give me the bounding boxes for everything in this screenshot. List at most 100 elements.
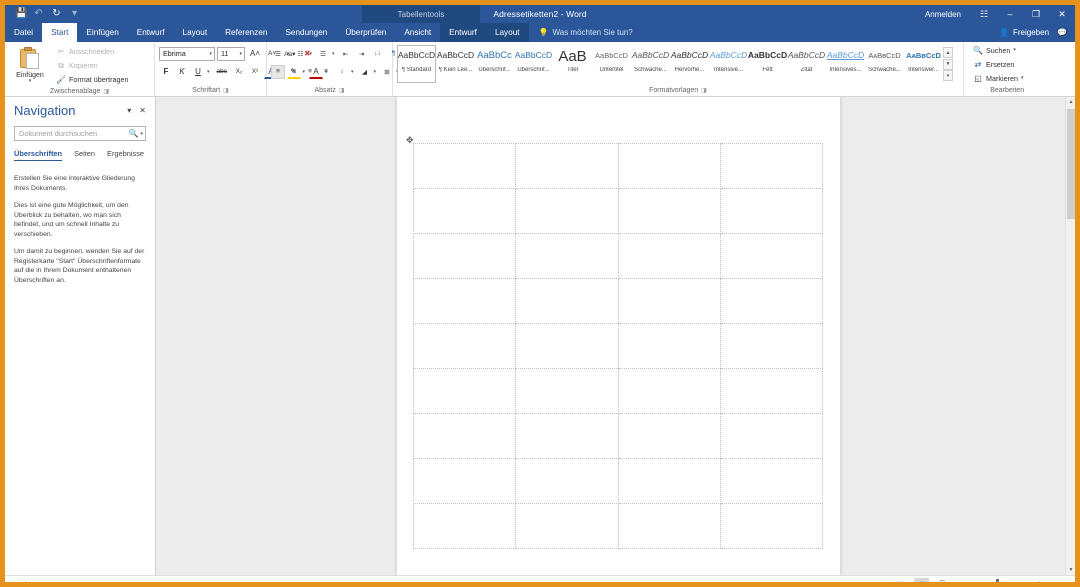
label-cell[interactable] xyxy=(617,323,721,369)
label-cell[interactable] xyxy=(719,503,824,549)
table-row[interactable] xyxy=(412,323,824,369)
tell-me-box[interactable]: 💡 Was möchten Sie tun? xyxy=(529,23,643,42)
style-tile-kein-leerraum[interactable]: AaBbCcD ¶ Kein Lee... xyxy=(436,45,475,83)
label-cell[interactable] xyxy=(617,413,721,459)
chevron-down-icon[interactable]: ▾ xyxy=(138,131,143,137)
label-cell[interactable] xyxy=(515,278,619,324)
read-mode-view-button[interactable]: 📖 xyxy=(893,578,908,583)
search-input[interactable] xyxy=(19,129,129,138)
label-cell[interactable] xyxy=(719,233,824,279)
close-button[interactable]: ✕ xyxy=(1049,5,1075,23)
label-cell[interactable] xyxy=(412,188,517,234)
format-painter-button[interactable]: 🖌 Format übertragen xyxy=(53,73,132,86)
label-cell[interactable] xyxy=(617,503,721,549)
navigation-search-box[interactable]: 🔍 ▾ xyxy=(14,126,146,141)
numbering-button[interactable]: ☷ xyxy=(294,47,308,61)
align-right-button[interactable]: ≡ xyxy=(303,65,317,79)
label-cell[interactable] xyxy=(719,278,824,324)
label-cell[interactable] xyxy=(412,233,517,279)
label-cell[interactable] xyxy=(515,188,619,234)
label-cell[interactable] xyxy=(515,413,619,459)
print-layout-view-button[interactable]: ▤ xyxy=(913,577,929,582)
word-count[interactable]: 0 Wörter xyxy=(75,580,103,583)
font-name-combo[interactable]: Ebrima ▾ xyxy=(159,46,215,61)
label-table[interactable] xyxy=(412,143,824,549)
style-tile-zitat[interactable]: AaBbCcD Zitat xyxy=(787,45,826,83)
ribbon-display-options-icon[interactable]: ☷ xyxy=(971,5,997,23)
tab-ansicht[interactable]: Ansicht xyxy=(395,23,440,42)
nav-tab-ueberschriften[interactable]: Überschriften xyxy=(14,149,63,161)
zoom-thumb[interactable] xyxy=(995,578,999,582)
comments-icon[interactable]: 💬 xyxy=(1057,28,1067,37)
table-row[interactable] xyxy=(412,458,824,504)
chevron-down-icon[interactable]: ▾ xyxy=(308,47,315,61)
label-cell[interactable] xyxy=(617,458,721,504)
label-cell[interactable] xyxy=(412,413,517,459)
tab-sendungen[interactable]: Sendungen xyxy=(276,23,336,42)
cut-button[interactable]: ✂ Ausschneiden xyxy=(53,45,132,58)
tab-ueberpruefen[interactable]: Überprüfen xyxy=(336,23,395,42)
tab-referenzen[interactable]: Referenzen xyxy=(216,23,276,42)
justify-button[interactable]: ≡ xyxy=(319,65,333,79)
table-row[interactable] xyxy=(412,188,824,234)
label-cell[interactable] xyxy=(719,323,824,369)
increase-indent-button[interactable]: ⇥ xyxy=(355,47,369,61)
select-button[interactable]: ◱ Markieren ▾ xyxy=(970,72,1026,85)
label-cell[interactable] xyxy=(412,323,517,369)
label-cell[interactable] xyxy=(515,503,619,549)
table-row[interactable] xyxy=(412,413,824,459)
chevron-down-icon[interactable]: ▾ xyxy=(1021,76,1024,81)
share-button[interactable]: 👤 Freigeben xyxy=(999,28,1049,37)
chevron-down-icon[interactable]: ▾ xyxy=(349,65,356,79)
decrease-indent-button[interactable]: ⇤ xyxy=(339,47,353,61)
label-cell[interactable] xyxy=(412,143,517,189)
label-cell[interactable] xyxy=(617,233,721,279)
chevron-down-icon[interactable]: ▾ xyxy=(372,65,379,79)
label-cell[interactable] xyxy=(515,233,619,279)
font-dialog-launcher-icon[interactable]: ◨ xyxy=(223,87,229,94)
tab-start[interactable]: Start xyxy=(42,23,78,42)
nav-tab-ergebnisse[interactable]: Ergebnisse xyxy=(107,149,144,161)
strikethrough-button[interactable]: abc xyxy=(214,65,230,79)
zoom-slider[interactable]: – + xyxy=(956,578,1042,582)
table-row[interactable] xyxy=(412,278,824,324)
scroll-down-arrow-icon[interactable]: ▼ xyxy=(1066,565,1075,575)
align-center-button[interactable]: ≡ xyxy=(287,65,301,79)
styles-dialog-launcher-icon[interactable]: ◨ xyxy=(701,87,707,94)
vertical-scrollbar[interactable]: ▲ ▼ xyxy=(1065,97,1075,575)
tab-datei[interactable]: Datei xyxy=(5,23,42,42)
copy-button[interactable]: ⧉ Kopieren xyxy=(53,59,132,72)
label-cell[interactable] xyxy=(719,413,824,459)
style-tile-ueberschrift-1[interactable]: AaBbCc Überschrif... xyxy=(475,45,514,83)
label-cell[interactable] xyxy=(617,188,721,234)
chevron-down-icon[interactable]: ▾ xyxy=(1013,48,1016,53)
style-tile-fett[interactable]: AaBbCcD Fett xyxy=(748,45,787,83)
scrollbar-thumb[interactable] xyxy=(1067,109,1075,219)
table-row[interactable] xyxy=(412,233,824,279)
chevron-down-icon[interactable]: ▾ xyxy=(207,51,212,57)
label-cell[interactable] xyxy=(617,143,721,189)
style-tile-schwache-hervorhebung[interactable]: AaBbCcD Schwache... xyxy=(631,45,670,83)
replace-button[interactable]: ⇄ Ersetzen xyxy=(970,58,1026,71)
table-row[interactable] xyxy=(412,143,824,189)
bold-button[interactable]: F xyxy=(159,65,173,79)
zoom-out-button[interactable]: – xyxy=(956,579,961,582)
tab-tabellentools-entwurf[interactable]: Entwurf xyxy=(440,23,486,42)
label-cell[interactable] xyxy=(412,458,517,504)
style-tile-titel[interactable]: AaB Titel xyxy=(553,45,592,83)
table-row[interactable] xyxy=(412,503,824,549)
superscript-button[interactable]: X² xyxy=(248,65,262,79)
document-page[interactable]: ✥ xyxy=(396,97,841,575)
label-cell[interactable] xyxy=(412,278,517,324)
bullets-button[interactable]: ☰ xyxy=(271,47,285,61)
styles-scroll-up-button[interactable]: ▲ xyxy=(943,47,953,58)
chevron-down-icon[interactable]: ▾ xyxy=(285,47,292,61)
minimize-button[interactable]: – xyxy=(997,5,1023,23)
style-tile-ueberschrift-2[interactable]: AaBbCcD Überschrif... xyxy=(514,45,553,83)
tab-einfuegen[interactable]: Einfügen xyxy=(77,23,127,42)
grow-font-button[interactable]: A˄ xyxy=(247,47,263,61)
search-icon[interactable]: 🔍 xyxy=(129,129,139,138)
chevron-down-icon[interactable]: ▾ xyxy=(29,79,32,84)
web-layout-view-button[interactable]: ⌸ xyxy=(935,578,950,582)
label-cell[interactable] xyxy=(412,368,517,414)
